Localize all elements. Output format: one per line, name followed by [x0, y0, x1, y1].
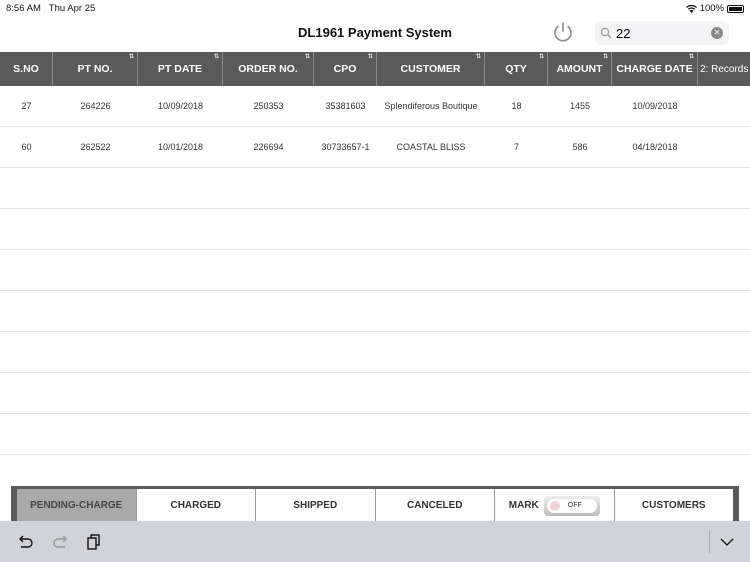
column-header-pt-no[interactable]: PT NO. ⇅: [53, 52, 138, 86]
tab-label: PENDING-CHARGE: [30, 500, 123, 511]
column-label: ORDER NO.: [238, 63, 298, 75]
tab-mark[interactable]: MARK OFF: [495, 489, 615, 522]
empty-row: [0, 209, 750, 250]
clear-icon[interactable]: ✕: [711, 27, 723, 39]
toggle-track: OFF: [546, 498, 597, 513]
column-label: CPO: [333, 63, 357, 75]
toggle-knob: [549, 500, 560, 511]
bottom-tab-bar: PENDING-CHARGE CHARGED SHIPPED CANCELED MARK…: [11, 486, 739, 522]
sort-icon[interactable]: ⇅: [603, 53, 608, 60]
redo-icon[interactable]: [51, 533, 69, 551]
tab-shipped[interactable]: SHIPPED: [256, 489, 376, 522]
table-cell: 250353: [253, 101, 284, 111]
table-cell: 04/18/2018: [632, 142, 678, 152]
battery-icon: [727, 4, 744, 13]
toggle-state: OFF: [567, 502, 582, 509]
table-cell: 262522: [80, 142, 111, 152]
table-cell: 60: [21, 142, 32, 152]
column-label: PT DATE: [157, 63, 203, 75]
status-bar: 8:56 AM Thu Apr 25 100%: [0, 0, 750, 16]
mark-toggle[interactable]: OFF: [543, 495, 600, 516]
paste-icon[interactable]: [85, 533, 103, 551]
power-icon[interactable]: [552, 21, 574, 43]
sort-icon[interactable]: ⇅: [539, 53, 544, 60]
empty-row: [0, 291, 750, 332]
column-label: AMOUNT: [556, 63, 603, 75]
records-count: 2: Records: [700, 63, 749, 75]
column-header-qty[interactable]: QTY ⇅: [485, 52, 548, 86]
battery-percent: 100%: [699, 3, 724, 14]
tab-label: CUSTOMERS: [641, 500, 706, 511]
empty-row: [0, 168, 750, 209]
column-header-order-no[interactable]: ORDER NO. ⇅: [223, 52, 314, 86]
keyboard-toolbar: [0, 521, 750, 562]
column-label: PT NO.: [77, 63, 113, 75]
search-icon: [600, 27, 612, 39]
table-cell: 7: [513, 142, 519, 152]
search-input[interactable]: [616, 25, 706, 41]
table-row[interactable]: 27 264226 10/09/2018 250353 35381603 Splendif…: [0, 86, 750, 127]
column-header-amount[interactable]: AMOUNT ⇅: [548, 52, 612, 86]
table-body: 27 264226 10/09/2018 250353 35381603 Splendif…: [0, 86, 750, 455]
empty-row: [0, 332, 750, 373]
undo-icon[interactable]: [17, 533, 35, 551]
tab-label: SHIPPED: [293, 500, 338, 511]
tab-canceled[interactable]: CANCELED: [375, 489, 495, 522]
table-cell: 10/09/2018: [632, 101, 678, 111]
tab-charged[interactable]: CHARGED: [136, 489, 256, 522]
column-label: QTY: [505, 63, 527, 75]
wifi-icon: [685, 4, 697, 13]
column-label: CHARGE DATE: [616, 63, 693, 75]
table-cell: 586: [572, 142, 588, 152]
column-header-cpo[interactable]: CPO ⇅: [314, 52, 377, 86]
tab-label: CHARGED: [170, 500, 222, 511]
table-cell: COASTAL BLISS: [396, 142, 466, 152]
table-cell: 35381603: [325, 101, 366, 111]
sort-icon[interactable]: ⇅: [689, 53, 694, 60]
column-header-s-no: S.NO: [0, 52, 53, 86]
table-cell: 30733657-1: [321, 142, 370, 152]
column-label: CUSTOMER: [400, 63, 461, 75]
sort-icon[interactable]: ⇅: [214, 53, 219, 60]
table-row[interactable]: 60 262522 10/01/2018 226694 30733657-1 COASTA…: [0, 127, 750, 168]
table-cell: 10/01/2018: [157, 142, 204, 152]
table-cell: 264226: [80, 101, 111, 111]
empty-row: [0, 373, 750, 414]
sort-icon[interactable]: ⇅: [129, 53, 134, 60]
sort-icon[interactable]: ⇅: [368, 53, 373, 60]
column-label: S.NO: [13, 63, 39, 75]
table-cell: Splendiferous Boutique: [384, 101, 478, 111]
column-header-customer[interactable]: CUSTOMER ⇅: [377, 52, 485, 86]
chevron-down-icon[interactable]: [718, 533, 736, 551]
table-cell: 27: [21, 101, 32, 111]
empty-row: [0, 250, 750, 291]
column-header-pt-date[interactable]: PT DATE ⇅: [138, 52, 223, 86]
empty-row: [0, 414, 750, 455]
tab-pending-charge[interactable]: PENDING-CHARGE: [17, 489, 137, 522]
column-header-charge-date[interactable]: CHARGE DATE ⇅: [612, 52, 698, 86]
tab-label: CANCELED: [406, 500, 463, 511]
table-cell: 18: [511, 101, 522, 111]
search-field[interactable]: ✕: [595, 21, 729, 45]
table-header: S.NO PT NO. ⇅ PT DATE ⇅ ORDER NO. ⇅ CPO ⇅ CUSTOME…: [0, 52, 750, 86]
status-time: 8:56 AM Thu Apr 25: [6, 3, 96, 14]
tab-label: MARK: [508, 500, 539, 511]
sort-icon[interactable]: ⇅: [305, 53, 310, 60]
table-cell: 10/09/2018: [157, 101, 204, 111]
sort-icon[interactable]: ⇅: [476, 53, 481, 60]
table-cell: 226694: [253, 142, 284, 152]
toolbar-divider: [709, 531, 710, 553]
table-cell: 1455: [569, 101, 591, 111]
tab-customers[interactable]: CUSTOMERS: [614, 489, 733, 522]
